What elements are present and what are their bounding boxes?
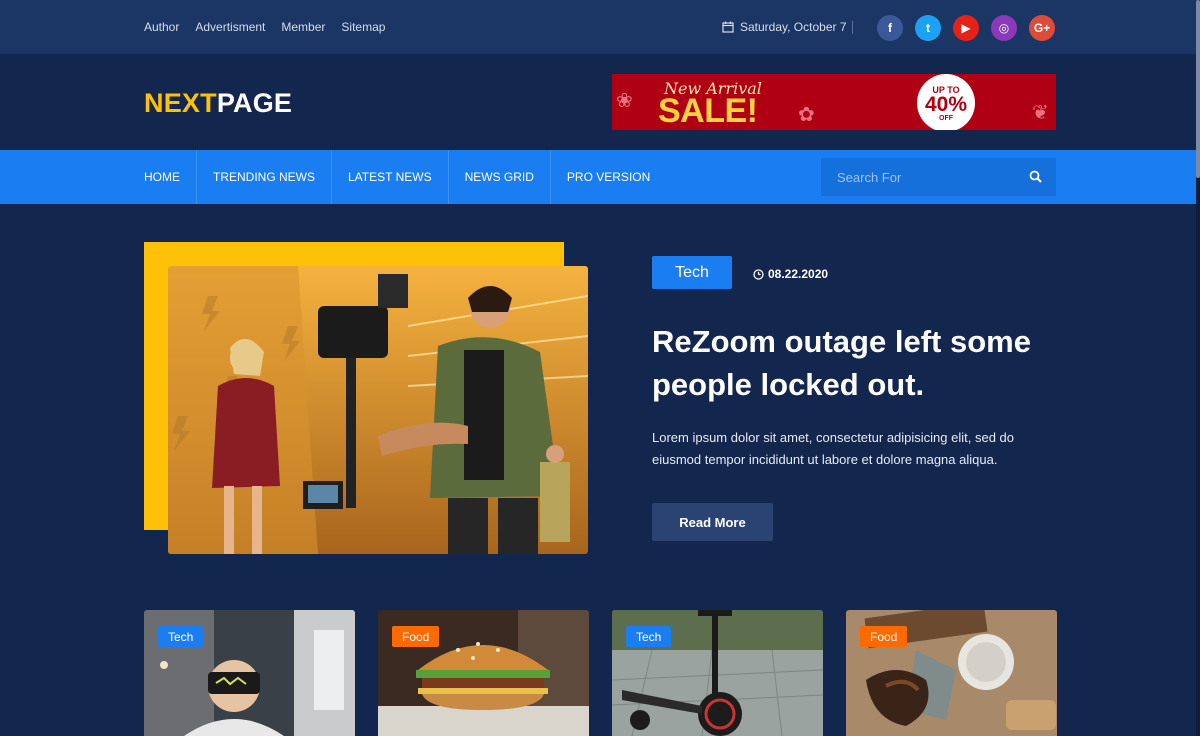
- banner-sale: SALE!: [658, 92, 758, 130]
- hero-date: 08.22.2020: [753, 267, 828, 281]
- hero-excerpt: Lorem ipsum dolor sit amet, consectetur …: [652, 430, 1015, 467]
- top-link-member[interactable]: Member: [281, 20, 325, 34]
- scrollbar[interactable]: [1196, 0, 1200, 736]
- discount-badge: UP TO 40% OFF: [917, 74, 975, 130]
- read-more-button[interactable]: Read More: [652, 503, 773, 541]
- top-links: Author Advertisment Member Sitemap: [144, 20, 385, 34]
- badge-percent: 40%: [924, 93, 968, 116]
- nav-item-home[interactable]: HOME: [144, 150, 196, 204]
- google-plus-icon[interactable]: G+: [1029, 15, 1055, 41]
- site-logo[interactable]: NEXTPAGE: [144, 88, 292, 119]
- card-category-tag[interactable]: Tech: [158, 626, 204, 647]
- logo-part-next: NEXT: [144, 88, 217, 118]
- hero-title[interactable]: ReZoom outage left some people locked ou…: [652, 320, 1062, 406]
- facebook-icon[interactable]: f: [877, 15, 903, 41]
- leaf-icon: ❦: [1032, 102, 1049, 124]
- search-box: [821, 158, 1056, 196]
- card-category-tag[interactable]: Food: [860, 626, 908, 647]
- sale-banner[interactable]: ❀ ✿ ❦ New Arrival SALE! UP TO 40% OFF: [612, 74, 1056, 130]
- hero-category-tag[interactable]: Tech: [652, 256, 732, 289]
- nav-item-news-grid[interactable]: NEWS GRID: [447, 150, 550, 204]
- hero-image[interactable]: [168, 266, 588, 554]
- card-category-tag[interactable]: Food: [392, 626, 440, 647]
- twitter-icon[interactable]: t: [915, 15, 941, 41]
- news-card[interactable]: Food: [846, 610, 1057, 736]
- news-card[interactable]: Food: [378, 610, 589, 736]
- logo-part-page: PAGE: [216, 88, 293, 118]
- card-category-tag[interactable]: Tech: [626, 626, 672, 647]
- nav-item-pro-version[interactable]: PRO VERSION: [549, 150, 666, 204]
- nav-items: HOME TRENDING NEWS LATEST NEWS NEWS GRID…: [144, 150, 666, 204]
- leaf-icon: ❀: [616, 90, 633, 112]
- search-icon[interactable]: [1029, 170, 1042, 183]
- news-card[interactable]: Tech: [144, 610, 355, 736]
- top-bar: Author Advertisment Member Sitemap Satur…: [0, 0, 1196, 54]
- date-text: Saturday, October 7: [740, 20, 847, 34]
- top-link-sitemap[interactable]: Sitemap: [341, 20, 385, 34]
- news-card[interactable]: Tech: [612, 610, 823, 736]
- social-links: f t ▶ ◎ G+: [877, 15, 1055, 41]
- youtube-icon[interactable]: ▶: [953, 15, 979, 41]
- badge-off: OFF: [939, 115, 953, 122]
- calendar-icon: [722, 21, 734, 33]
- nav-item-latest-news[interactable]: LATEST NEWS: [331, 150, 448, 204]
- top-link-advertisment[interactable]: Advertisment: [195, 20, 265, 34]
- instagram-icon[interactable]: ◎: [991, 15, 1017, 41]
- top-link-author[interactable]: Author: [144, 20, 179, 34]
- clock-icon: [753, 268, 764, 280]
- hero-date-text: 08.22.2020: [768, 267, 829, 281]
- nav-item-trending-news[interactable]: TRENDING NEWS: [196, 150, 331, 204]
- scrollbar-thumb[interactable]: [1196, 0, 1200, 178]
- search-input[interactable]: [821, 169, 1016, 185]
- leaf-icon: ✿: [798, 104, 815, 126]
- film-set-illustration: [168, 266, 588, 554]
- current-date: Saturday, October 7: [722, 20, 853, 34]
- divider: [852, 21, 853, 34]
